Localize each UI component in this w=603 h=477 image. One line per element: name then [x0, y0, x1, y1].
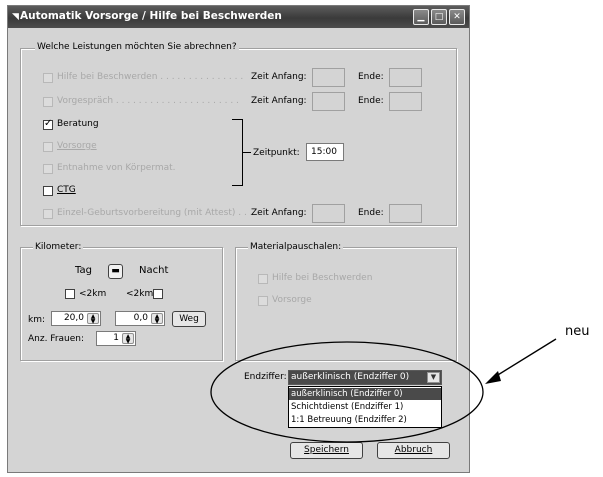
annotation-arrow-head [485, 371, 501, 384]
annotation-overlay [210, 338, 557, 443]
annotation-arrow-line [492, 338, 557, 379]
annotation-ellipse [210, 341, 484, 443]
annotation-label: neu [565, 324, 590, 339]
